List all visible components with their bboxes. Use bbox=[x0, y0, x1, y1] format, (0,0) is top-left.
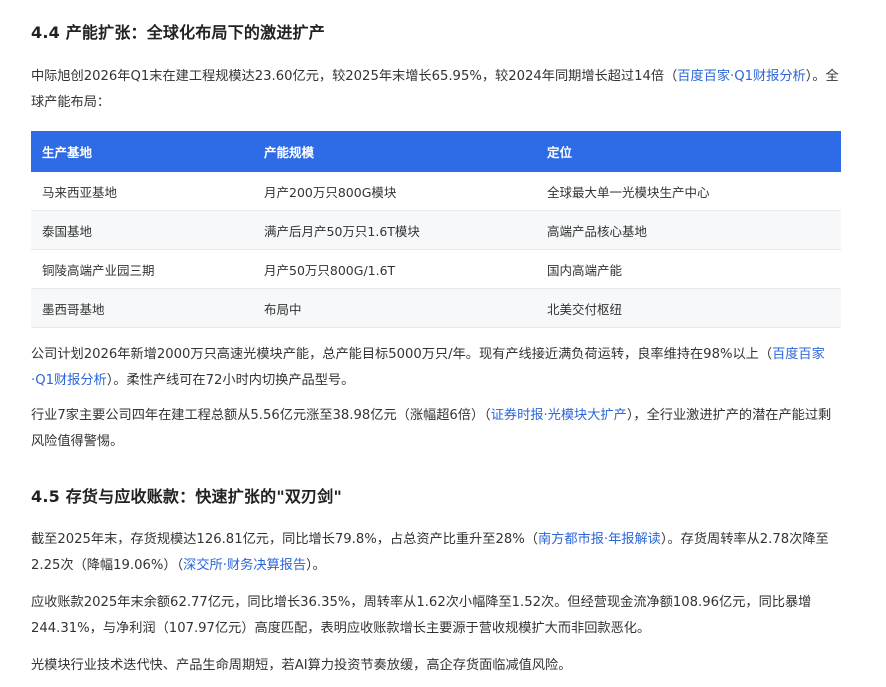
table-row: 马来西亚基地 月产200万只800G模块 全球最大单一光模块生产中心 bbox=[31, 172, 841, 211]
table-header-row: 生产基地 产能规模 定位 bbox=[31, 131, 841, 172]
table-cell: 高端产品核心基地 bbox=[536, 210, 841, 250]
paragraph-text: 中际旭创2026年Q1末在建工程规模达23.60亿元，较2025年末增长65.9… bbox=[31, 69, 678, 84]
paragraph-text: 行业7家主要公司四年在建工程总额从5.56亿元涨至38.98亿元（涨幅超6倍）（ bbox=[31, 408, 491, 423]
section-heading-4-5: 4.5 存货与应收账款：快速扩张的"双刃剑" bbox=[31, 487, 342, 506]
table-cell: 泰国基地 bbox=[31, 210, 253, 250]
paragraph-inventory: 截至2025年末，存货规模达126.81亿元，同比增长79.8%，占总资产比重升… bbox=[31, 527, 841, 579]
column-header-positioning: 定位 bbox=[536, 131, 841, 172]
citation-link[interactable]: 证券时报·光模块大扩产 bbox=[491, 408, 627, 423]
paragraph-receivables: 应收账款2025年末余额62.77亿元，同比增长36.35%，周转率从1.62次… bbox=[31, 595, 812, 636]
paragraph-text: 公司计划2026年新增2000万只高速光模块产能，总产能目标5000万只/年。现… bbox=[31, 347, 773, 362]
paragraph-capacity-plan: 公司计划2026年新增2000万只高速光模块产能，总产能目标5000万只/年。现… bbox=[31, 342, 841, 394]
citation-link[interactable]: 南方都市报·年报解读 bbox=[538, 532, 661, 547]
table-cell: 国内高端产能 bbox=[536, 249, 841, 289]
table-cell: 满产后月产50万只1.6T模块 bbox=[253, 210, 536, 250]
paragraph-capex: 中际旭创2026年Q1末在建工程规模达23.60亿元，较2025年末增长65.9… bbox=[31, 64, 841, 116]
table-row: 泰国基地 满产后月产50万只1.6T模块 高端产品核心基地 bbox=[31, 210, 841, 250]
capacity-table: 生产基地 产能规模 定位 马来西亚基地 月产200万只800G模块 全球最大单一… bbox=[31, 131, 841, 328]
table-row: 墨西哥基地 布局中 北美交付枢纽 bbox=[31, 288, 841, 328]
table-cell: 月产200万只800G模块 bbox=[253, 172, 536, 211]
table-cell: 北美交付枢纽 bbox=[536, 288, 841, 328]
paragraph-industry-capex: 行业7家主要公司四年在建工程总额从5.56亿元涨至38.98亿元（涨幅超6倍）（… bbox=[31, 403, 841, 455]
table-cell: 布局中 bbox=[253, 288, 536, 328]
column-header-base: 生产基地 bbox=[31, 131, 253, 172]
table-cell: 铜陵高端产业园三期 bbox=[31, 249, 253, 289]
paragraph-risk: 光模块行业技术迭代快、产品生命周期短，若AI算力投资节奏放缓，高企存货面临减值风… bbox=[31, 658, 572, 673]
section-heading-4-4: 4.4 产能扩张：全球化布局下的激进扩产 bbox=[31, 23, 325, 42]
table-cell: 墨西哥基地 bbox=[31, 288, 253, 328]
table-cell: 月产50万只800G/1.6T bbox=[253, 249, 536, 289]
column-header-capacity: 产能规模 bbox=[253, 131, 536, 172]
table-row: 铜陵高端产业园三期 月产50万只800G/1.6T 国内高端产能 bbox=[31, 249, 841, 289]
citation-link[interactable]: 深交所·财务决算报告 bbox=[183, 558, 306, 573]
paragraph-text: 截至2025年末，存货规模达126.81亿元，同比增长79.8%，占总资产比重升… bbox=[31, 532, 538, 547]
citation-link[interactable]: 百度百家·Q1财报分析 bbox=[677, 69, 805, 84]
table-cell: 全球最大单一光模块生产中心 bbox=[536, 172, 841, 211]
table-cell: 马来西亚基地 bbox=[31, 172, 253, 211]
paragraph-text: ）。 bbox=[306, 558, 326, 573]
paragraph-text: ）。柔性产线可在72小时内切换产品型号。 bbox=[106, 373, 355, 388]
